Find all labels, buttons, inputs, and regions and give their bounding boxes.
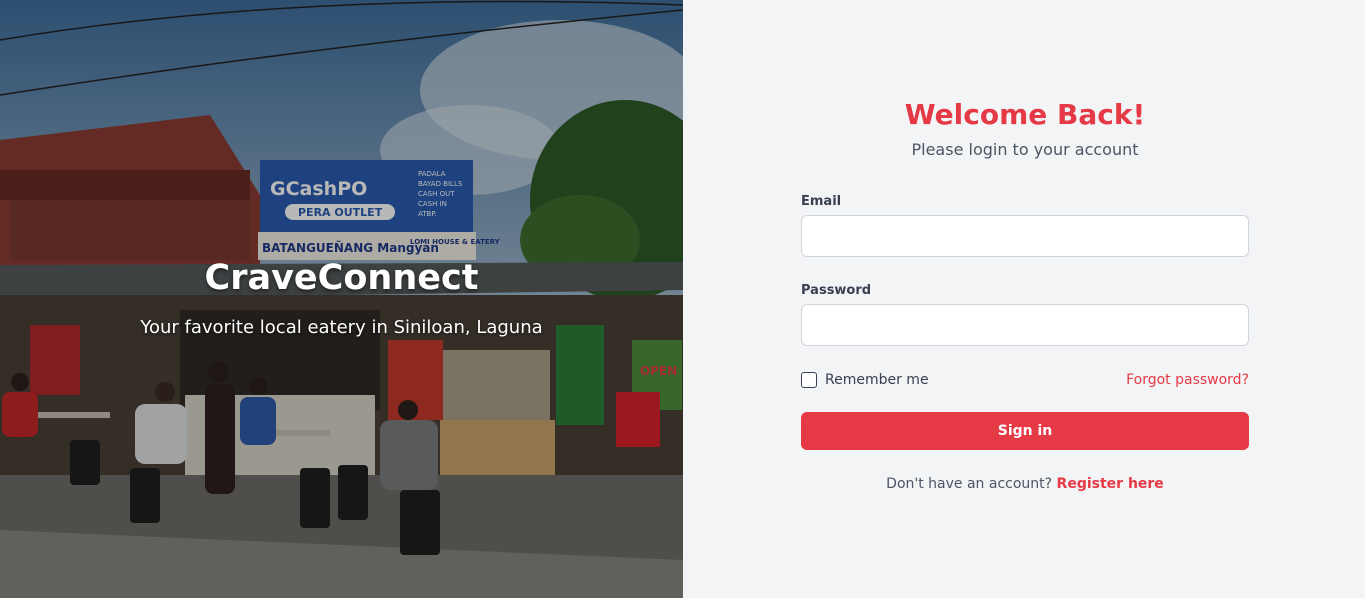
- email-field[interactable]: [801, 215, 1249, 257]
- options-row: Remember me Forgot password?: [801, 372, 1249, 388]
- remember-checkbox[interactable]: [801, 372, 817, 388]
- email-label: Email: [801, 194, 842, 209]
- login-panel: Welcome Back! Please login to your accou…: [683, 0, 1365, 598]
- register-prompt: Don't have an account?: [886, 476, 1053, 492]
- email-group: Email: [801, 194, 1249, 257]
- password-label: Password: [801, 283, 872, 298]
- register-link[interactable]: Register here: [1057, 476, 1164, 492]
- sign-in-button[interactable]: Sign in: [801, 412, 1249, 450]
- register-row: Don't have an account? Register here: [801, 476, 1249, 492]
- brand-tagline: Your favorite local eatery in Siniloan, …: [140, 317, 543, 338]
- login-form: Welcome Back! Please login to your accou…: [801, 98, 1249, 492]
- page-title: Welcome Back!: [904, 98, 1146, 131]
- hero-panel: GCashPO PERA OUTLET PADALA BAYAD BILLS C…: [0, 0, 683, 598]
- remember-label: Remember me: [825, 372, 929, 388]
- password-group: Password: [801, 283, 1249, 346]
- remember-me[interactable]: Remember me: [801, 372, 929, 388]
- hero-overlay: [0, 0, 683, 598]
- password-field[interactable]: [801, 304, 1249, 346]
- brand-title: CraveConnect: [204, 258, 479, 298]
- page-subtitle: Please login to your account: [911, 140, 1139, 159]
- forgot-password-link[interactable]: Forgot password?: [1126, 372, 1249, 388]
